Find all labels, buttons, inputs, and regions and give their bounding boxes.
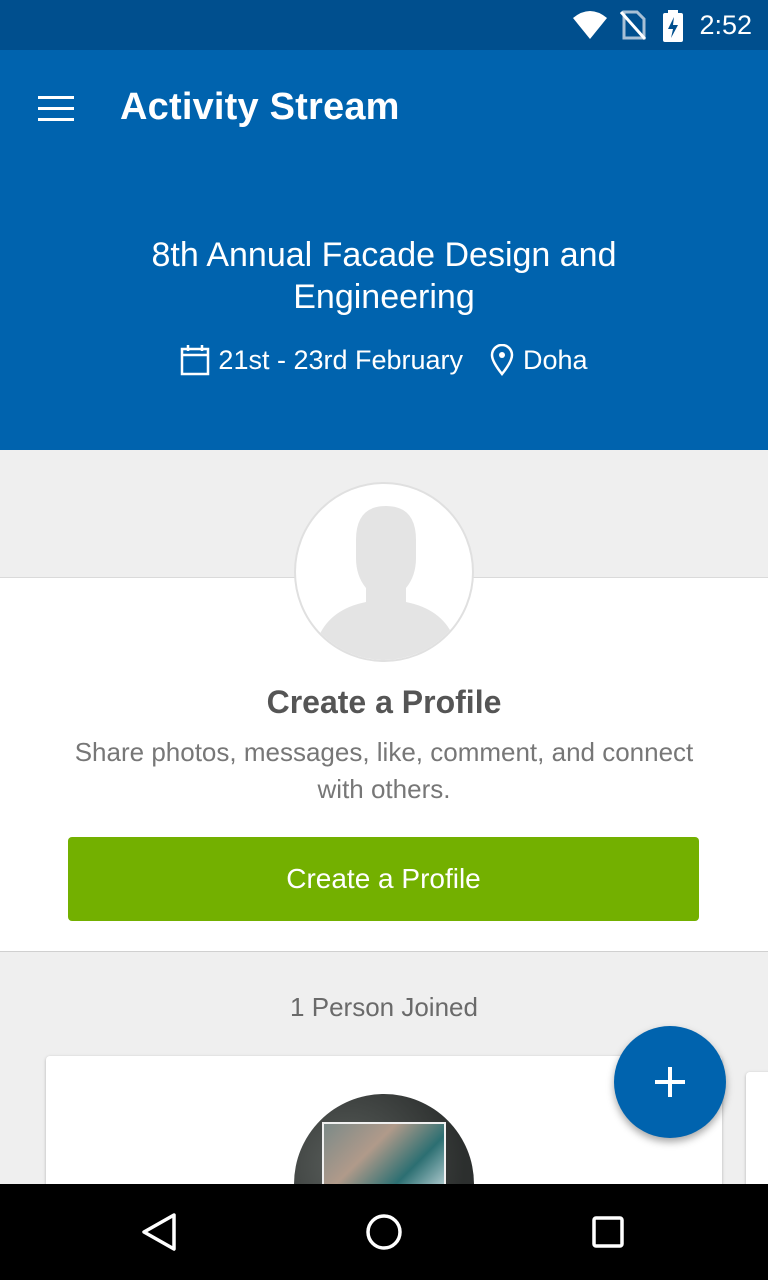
- calendar-icon: [181, 345, 210, 376]
- battery-charging-icon: [663, 10, 683, 42]
- recents-square-icon[interactable]: [584, 1208, 632, 1256]
- menu-icon[interactable]: [38, 96, 74, 122]
- create-profile-description: Share photos, messages, like, comment, a…: [74, 737, 694, 804]
- event-location: Doha: [489, 344, 588, 376]
- person-silhouette-icon: [316, 506, 456, 660]
- create-profile-button[interactable]: Create a Profile: [68, 837, 699, 921]
- status-time: 2:52: [699, 10, 752, 40]
- people-joined-count: 1 Person Joined: [290, 992, 478, 1022]
- event-location-text: Doha: [523, 344, 588, 375]
- wifi-icon: [573, 11, 607, 39]
- location-pin-icon: [490, 344, 514, 376]
- event-meta: 21st - 23rd February Doha: [0, 344, 768, 376]
- app-bar: Activity Stream 8th Annual Facade Design…: [0, 50, 768, 450]
- home-circle-icon[interactable]: [360, 1208, 408, 1256]
- event-dates-text: 21st - 23rd February: [218, 344, 464, 375]
- no-sim-icon: [620, 10, 646, 40]
- add-post-fab[interactable]: [614, 1026, 726, 1138]
- event-dates: 21st - 23rd February: [180, 344, 463, 376]
- create-profile-heading: Create a Profile: [266, 684, 502, 720]
- back-triangle-icon[interactable]: [136, 1208, 184, 1256]
- status-bar: 2:52: [0, 0, 768, 50]
- profile-avatar-placeholder: [294, 482, 474, 662]
- member-card-next[interactable]: [746, 1072, 768, 1202]
- system-nav-bar: [0, 1184, 768, 1280]
- event-title: 8th Annual Facade Design and Engineering: [151, 236, 617, 316]
- page-title: Activity Stream: [120, 86, 400, 128]
- plus-icon-vertical: [668, 1067, 672, 1097]
